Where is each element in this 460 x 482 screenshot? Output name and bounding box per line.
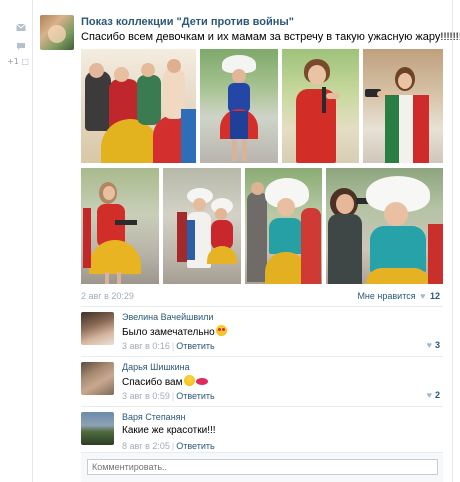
- post-photo-4[interactable]: [363, 49, 443, 163]
- comment-date[interactable]: 8 авг в 2:05: [122, 441, 170, 451]
- comment-text: Какие же красотки!!!: [122, 425, 216, 436]
- meta-separator: |: [171, 441, 175, 451]
- post-photo-6[interactable]: [163, 168, 241, 284]
- post-text: Спасибо всем девочкам и их мамам за встр…: [81, 31, 460, 43]
- post-photo-5[interactable]: [81, 168, 159, 284]
- post-meta: 2 авг в 20:29 Мне нравится ♥ 12: [81, 291, 443, 305]
- post-title[interactable]: Показ коллекции "Дети против войны": [81, 16, 294, 28]
- heart-icon: ♥: [426, 340, 432, 350]
- comment-icon[interactable]: [16, 42, 26, 51]
- heart-icon: ♥: [426, 390, 432, 400]
- envelope-icon[interactable]: [16, 23, 26, 32]
- post-photo-7[interactable]: [245, 168, 322, 284]
- comment-item: Эвелина Вачейшвили Было замечательно 3 а…: [81, 312, 443, 357]
- comment-input[interactable]: [87, 459, 438, 475]
- post-date[interactable]: 2 авг в 20:29: [81, 291, 134, 301]
- reply-link[interactable]: Ответить: [176, 391, 214, 401]
- post-photo-3[interactable]: [282, 49, 359, 163]
- group-avatar[interactable]: [40, 15, 74, 50]
- comment-text-body: Спасибо вам: [122, 377, 183, 388]
- divider: [81, 306, 443, 307]
- like-label: Мне нравится: [357, 291, 416, 301]
- comment-avatar[interactable]: [81, 412, 114, 445]
- comment-date[interactable]: 3 авг в 0:16: [122, 341, 170, 351]
- comment-like-count: 3: [434, 340, 440, 350]
- comment-author[interactable]: Эвелина Вачейшвили: [122, 312, 213, 322]
- comment-date[interactable]: 3 авг в 0:59: [122, 391, 170, 401]
- comment-text-body: Было замечательно: [122, 327, 215, 338]
- heart-eyes-emoji-icon: [215, 325, 227, 336]
- divider: [81, 356, 443, 357]
- like-button[interactable]: Мне нравится ♥ 12: [357, 291, 440, 301]
- heart-icon: ♥: [420, 291, 426, 301]
- comment-text: Было замечательно: [122, 325, 227, 338]
- like-count: 12: [429, 291, 440, 301]
- comment-item: Варя Степанян Какие же красотки!!! 8 авг…: [81, 412, 443, 457]
- kiss-emoji-icon: [183, 375, 195, 386]
- right-border: [452, 0, 453, 482]
- divider: [81, 406, 443, 407]
- share-icon: □: [21, 57, 29, 66]
- comment-meta: 3 авг в 0:16 | Ответить: [122, 341, 215, 351]
- comment-author[interactable]: Варя Степанян: [122, 412, 186, 422]
- comment-like-button[interactable]: ♥ 2: [427, 390, 440, 400]
- meta-separator: |: [171, 391, 175, 401]
- reply-link[interactable]: Ответить: [176, 341, 214, 351]
- left-rail: +1 □: [0, 0, 33, 482]
- comment-author[interactable]: Дарья Шишкина: [122, 362, 190, 372]
- share-count[interactable]: +1 □: [7, 57, 29, 66]
- comment-item: Дарья Шишкина Спасибо вам 3 авг в 0:59 | О…: [81, 362, 443, 407]
- post-photo-2[interactable]: [200, 49, 278, 163]
- meta-separator: |: [171, 341, 175, 351]
- post-photo-8[interactable]: [326, 168, 443, 284]
- comment-avatar[interactable]: [81, 312, 114, 345]
- share-count-label: +1: [7, 57, 19, 66]
- post-photo-1[interactable]: [81, 49, 196, 163]
- comment-meta: 8 авг в 2:05 | Ответить: [122, 441, 215, 451]
- comment-avatar[interactable]: [81, 362, 114, 395]
- comment-like-count: 2: [434, 390, 440, 400]
- reply-link[interactable]: Ответить: [176, 441, 214, 451]
- comment-text: Спасибо вам: [122, 375, 208, 388]
- lips-emoji-icon: [195, 378, 208, 385]
- rail-divider: [32, 0, 33, 482]
- comment-like-button[interactable]: ♥ 3: [427, 340, 440, 350]
- comment-compose: [81, 452, 443, 482]
- comment-meta: 3 авг в 0:59 | Ответить: [122, 391, 215, 401]
